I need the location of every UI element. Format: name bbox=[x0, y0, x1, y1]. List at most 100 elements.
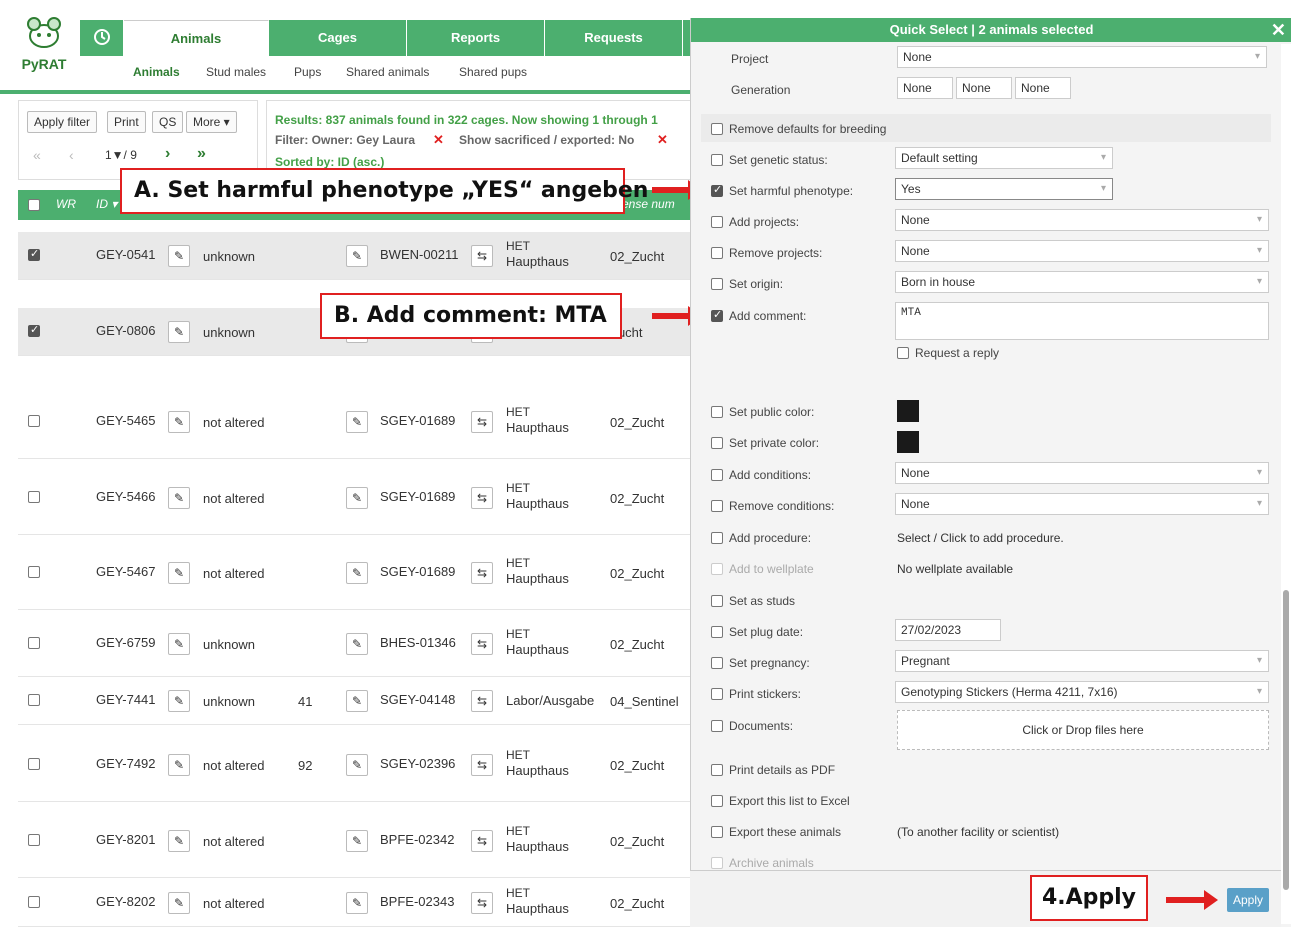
animal-id[interactable]: GEY-7441 bbox=[96, 692, 156, 707]
animal-id[interactable]: GEY-5465 bbox=[96, 413, 156, 428]
edit-pencil-icon[interactable]: ✎ bbox=[346, 892, 368, 914]
print-stickers-checkbox[interactable] bbox=[711, 688, 723, 700]
export-animals-checkbox[interactable] bbox=[711, 826, 723, 838]
plug-date-checkbox[interactable] bbox=[711, 626, 723, 638]
table-row[interactable]: GEY-5467 ✎ not altered ✎ SGEY-01689 ⇆ HET Haupt… bbox=[18, 535, 690, 610]
row-checkbox[interactable] bbox=[28, 415, 40, 427]
animal-id[interactable]: GEY-7492 bbox=[96, 756, 156, 771]
cage-id[interactable]: SGEY-01689 bbox=[380, 413, 455, 428]
edit-pencil-icon[interactable]: ✎ bbox=[346, 245, 368, 267]
cage-id[interactable]: BWEN-00211 bbox=[380, 247, 459, 262]
move-arrows-icon[interactable]: ⇆ bbox=[471, 633, 493, 655]
row-checkbox[interactable] bbox=[28, 566, 40, 578]
edit-pencil-icon[interactable]: ✎ bbox=[346, 562, 368, 584]
genetic-status-select[interactable]: Default setting ▾ bbox=[895, 147, 1113, 169]
comment-textarea[interactable]: MTA bbox=[895, 302, 1269, 340]
last-page-icon[interactable]: » bbox=[197, 145, 206, 163]
add-conditions-checkbox[interactable] bbox=[711, 469, 723, 481]
public-color-swatch[interactable] bbox=[897, 400, 919, 422]
move-arrows-icon[interactable]: ⇆ bbox=[471, 411, 493, 433]
table-row[interactable]: GEY-5466 ✎ not altered ✎ SGEY-01689 ⇆ HET Haupt… bbox=[18, 460, 690, 535]
cage-id[interactable]: SGEY-01689 bbox=[380, 489, 455, 504]
move-arrows-icon[interactable]: ⇆ bbox=[471, 690, 493, 712]
file-dropzone[interactable]: Click or Drop files here bbox=[897, 710, 1269, 750]
close-icon[interactable]: ✕ bbox=[1271, 18, 1286, 42]
pyrat-logo[interactable]: PyRAT bbox=[12, 16, 76, 80]
edit-pencil-icon[interactable]: ✎ bbox=[168, 562, 190, 584]
request-reply-checkbox[interactable] bbox=[897, 347, 909, 359]
cage-id[interactable]: BPFE-02342 bbox=[380, 832, 454, 847]
edit-pencil-icon[interactable]: ✎ bbox=[168, 754, 190, 776]
row-checkbox[interactable] bbox=[28, 834, 40, 846]
scroll-thumb[interactable] bbox=[1283, 590, 1289, 890]
remove-filter-icon[interactable]: ✕ bbox=[433, 132, 444, 148]
move-arrows-icon[interactable]: ⇆ bbox=[471, 562, 493, 584]
origin-checkbox[interactable] bbox=[711, 278, 723, 290]
row-checkbox[interactable] bbox=[28, 247, 40, 261]
tab-animals[interactable]: Animals bbox=[124, 20, 269, 56]
edit-pencil-icon[interactable]: ✎ bbox=[168, 245, 190, 267]
set-studs-checkbox[interactable] bbox=[711, 595, 723, 607]
edit-pencil-icon[interactable]: ✎ bbox=[168, 892, 190, 914]
row-checkbox[interactable] bbox=[28, 637, 40, 649]
apply-button[interactable]: Apply bbox=[1227, 888, 1269, 912]
subnav-shared-animals[interactable]: Shared animals bbox=[346, 65, 429, 79]
more-button[interactable]: More ▾ bbox=[186, 111, 237, 133]
add-comment-checkbox[interactable] bbox=[711, 308, 723, 322]
edit-pencil-icon[interactable]: ✎ bbox=[346, 487, 368, 509]
move-arrows-icon[interactable]: ⇆ bbox=[471, 487, 493, 509]
print-pdf-checkbox[interactable] bbox=[711, 764, 723, 776]
table-row[interactable]: GEY-0541 ✎ unknown ✎ BWEN-00211 ⇆ HETHaupthaus… bbox=[18, 232, 690, 280]
row-checkbox[interactable] bbox=[28, 758, 40, 770]
edit-pencil-icon[interactable]: ✎ bbox=[168, 690, 190, 712]
animal-id[interactable]: GEY-6759 bbox=[96, 635, 156, 650]
export-excel-checkbox[interactable] bbox=[711, 795, 723, 807]
animal-id[interactable]: GEY-0541 bbox=[96, 247, 156, 262]
remove-defaults-checkbox[interactable] bbox=[711, 123, 723, 135]
table-row[interactable]: GEY-8202 ✎ not altered ✎ BPFE-02343 ⇆ HET Haupt… bbox=[18, 878, 690, 927]
edit-pencil-icon[interactable]: ✎ bbox=[168, 411, 190, 433]
table-row[interactable]: GEY-6759 ✎ unknown ✎ BHES-01346 ⇆ HET Haupthaus… bbox=[18, 611, 690, 677]
animal-id[interactable]: GEY-5466 bbox=[96, 489, 156, 504]
genetic-status-checkbox[interactable] bbox=[711, 154, 723, 166]
tab-reports[interactable]: Reports bbox=[407, 20, 545, 56]
animal-id[interactable]: GEY-5467 bbox=[96, 564, 156, 579]
cage-id[interactable]: BHES-01346 bbox=[380, 635, 456, 650]
harmful-phenotype-select[interactable]: Yes ▾ bbox=[895, 178, 1113, 200]
remove-projects-select[interactable]: None ▾ bbox=[895, 240, 1269, 262]
table-row[interactable]: GEY-5465 ✎ not altered ✎ SGEY-01689 ⇆ HET Haupt… bbox=[18, 384, 690, 459]
harmful-phenotype-checkbox[interactable] bbox=[711, 183, 723, 197]
row-checkbox[interactable] bbox=[28, 323, 40, 337]
edit-pencil-icon[interactable]: ✎ bbox=[346, 754, 368, 776]
edit-pencil-icon[interactable]: ✎ bbox=[346, 690, 368, 712]
cage-id[interactable]: SGEY-01689 bbox=[380, 564, 455, 579]
documents-checkbox[interactable] bbox=[711, 720, 723, 732]
cage-id[interactable]: BPFE-02343 bbox=[380, 894, 454, 909]
edit-pencil-icon[interactable]: ✎ bbox=[168, 487, 190, 509]
subnav-animals[interactable]: Animals bbox=[133, 65, 180, 79]
row-checkbox[interactable] bbox=[28, 491, 40, 503]
animal-id[interactable]: GEY-8202 bbox=[96, 894, 156, 909]
first-page-icon[interactable]: « bbox=[33, 147, 41, 163]
move-arrows-icon[interactable]: ⇆ bbox=[471, 245, 493, 267]
add-conditions-select[interactable]: None ▾ bbox=[895, 462, 1269, 484]
apply-filter-button[interactable]: Apply filter bbox=[27, 111, 98, 133]
animal-id[interactable]: GEY-8201 bbox=[96, 832, 156, 847]
remove-conditions-select[interactable]: None ▾ bbox=[895, 493, 1269, 515]
stickers-select[interactable]: Genotyping Stickers (Herma 4211, 7x16) ▾ bbox=[895, 681, 1269, 703]
add-procedure-link[interactable]: Select / Click to add procedure. bbox=[897, 531, 1064, 545]
edit-pencil-icon[interactable]: ✎ bbox=[346, 411, 368, 433]
cage-id[interactable]: SGEY-04148 bbox=[380, 692, 455, 707]
table-row[interactable]: GEY-7441 ✎ unknown 41 ✎ SGEY-04148 ⇆ Labor/Ausg… bbox=[18, 677, 690, 725]
page-selector[interactable]: 1▼/ 9 bbox=[105, 148, 137, 162]
move-arrows-icon[interactable]: ⇆ bbox=[471, 830, 493, 852]
add-projects-select[interactable]: None ▾ bbox=[895, 209, 1269, 231]
pregnancy-checkbox[interactable] bbox=[711, 657, 723, 669]
remove-filter-icon[interactable]: ✕ bbox=[657, 132, 668, 148]
move-arrows-icon[interactable]: ⇆ bbox=[471, 754, 493, 776]
private-color-swatch[interactable] bbox=[897, 431, 919, 453]
generation-select-1[interactable]: None bbox=[897, 77, 953, 99]
edit-pencil-icon[interactable]: ✎ bbox=[168, 830, 190, 852]
next-page-icon[interactable]: › bbox=[165, 145, 170, 163]
move-arrows-icon[interactable]: ⇆ bbox=[471, 892, 493, 914]
